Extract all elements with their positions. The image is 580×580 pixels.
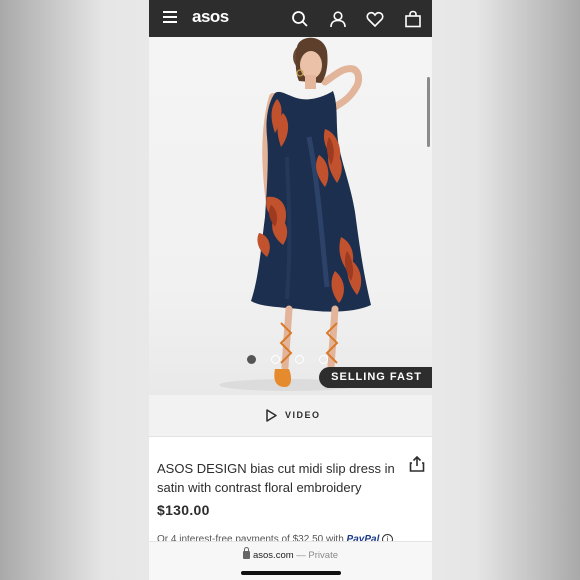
browser-address-bar[interactable]: asos.com — Private [149,541,432,580]
video-button[interactable]: VIDEO [149,395,432,437]
scrollbar[interactable] [427,77,430,147]
url-display[interactable]: asos.com — Private [149,547,432,561]
product-image-gallery[interactable]: SELLING FAST [149,37,432,395]
gallery-dot[interactable] [295,355,304,364]
gallery-dot[interactable] [271,355,280,364]
selling-fast-badge: SELLING FAST [319,367,432,388]
hamburger-menu-icon[interactable] [163,11,177,23]
share-icon[interactable] [408,455,426,473]
top-navigation-bar: asos [149,0,432,37]
heart-icon[interactable] [366,10,384,28]
product-title: ASOS DESIGN bias cut midi slip dress in … [157,461,395,495]
product-price: $130.00 [157,502,210,518]
video-label: VIDEO [285,410,321,420]
url-text: asos.com [252,550,294,561]
lock-icon [242,547,250,559]
private-mode-label: Private [308,550,338,561]
shopping-bag-icon[interactable] [404,10,422,28]
gallery-dot[interactable] [319,355,328,364]
gallery-dot[interactable] [247,355,256,364]
asos-logo[interactable]: asos [192,7,229,27]
search-icon[interactable] [291,10,309,28]
url-separator: — [296,550,306,561]
play-icon [266,409,277,422]
product-photo [219,37,371,391]
home-indicator[interactable] [241,571,341,575]
phone-screen: asos SELLING FAST VIDEO ASOS DESIGN bias… [149,0,432,580]
account-icon[interactable] [329,10,347,28]
